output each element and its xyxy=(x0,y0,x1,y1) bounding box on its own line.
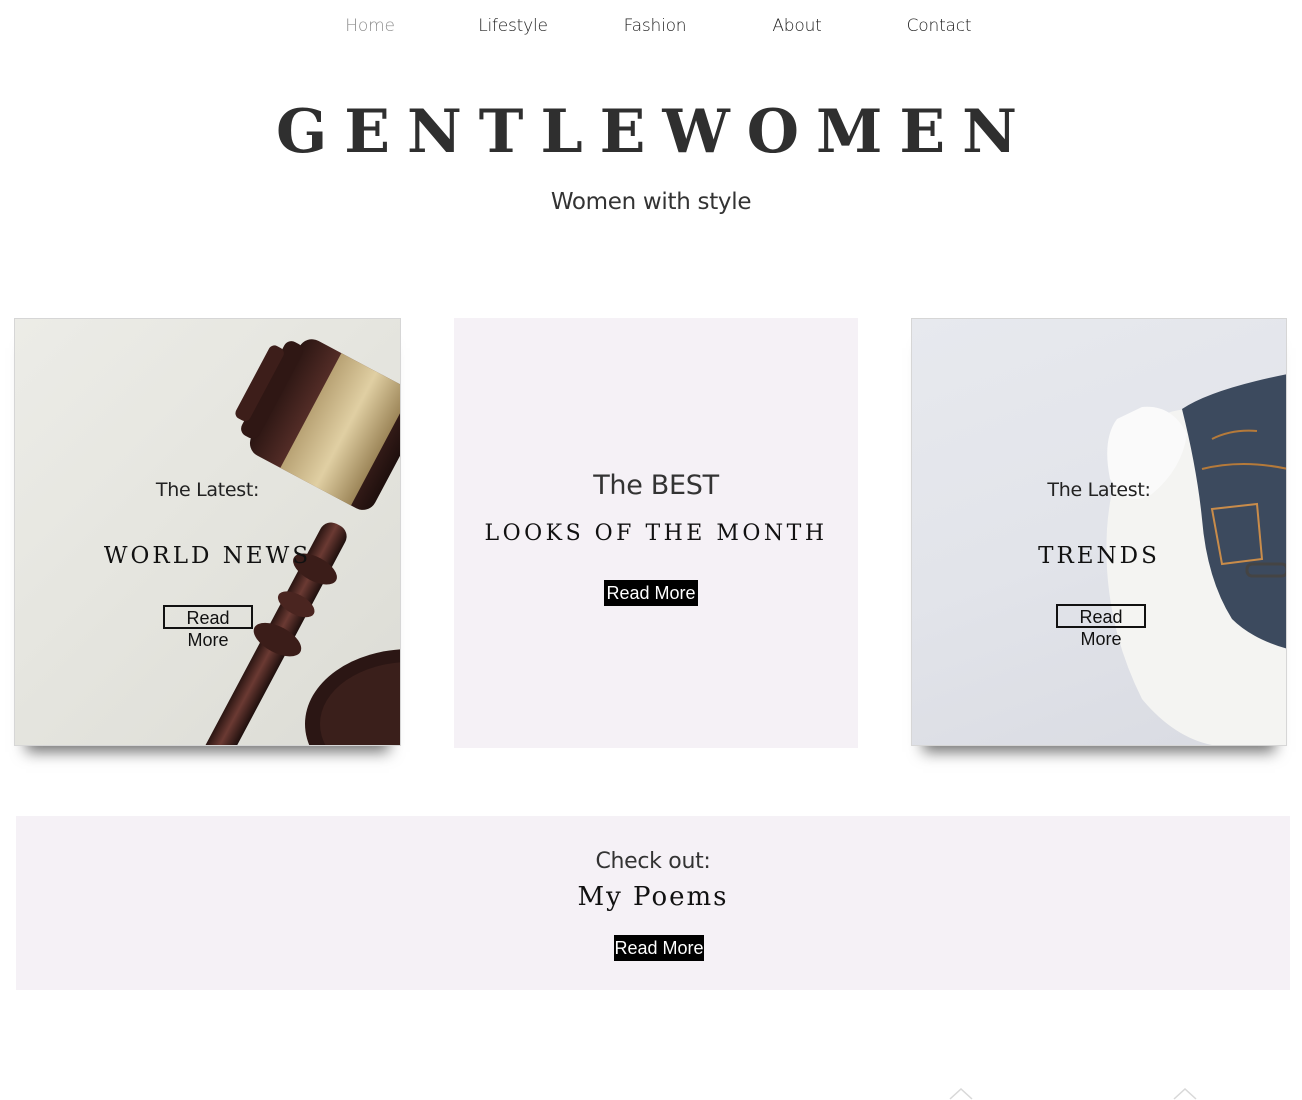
nav-lifestyle[interactable]: Lifestyle xyxy=(442,16,584,36)
read-more-poems-button[interactable]: Read More xyxy=(614,935,704,961)
card-kicker: The Latest: xyxy=(155,479,260,501)
poems-banner: Check out: My Poems Read More xyxy=(16,816,1290,990)
poems-title: My Poems xyxy=(577,882,729,912)
card-trends: The Latest: TRENDS Read More xyxy=(911,318,1287,746)
nav-about[interactable]: About xyxy=(726,16,868,36)
poems-kicker: Check out: xyxy=(595,849,711,874)
nav-contact[interactable]: Contact xyxy=(868,16,1010,36)
read-more-world-news-button[interactable]: Read More xyxy=(163,605,253,650)
site-tagline: Women with style xyxy=(550,189,752,215)
jeans-sweater-photo xyxy=(1106,374,1286,745)
card-kicker: The Latest: xyxy=(1047,479,1151,501)
read-more-trends-button[interactable]: Read More xyxy=(1056,604,1146,649)
nav-home[interactable]: Home xyxy=(299,16,441,36)
chevron-up-icon xyxy=(1173,1087,1197,1100)
card-kicker: The BEST xyxy=(593,470,719,501)
nav-fashion[interactable]: Fashion xyxy=(584,16,726,36)
read-more-looks-button[interactable]: Read More xyxy=(604,580,698,606)
card-headline: WORLD NEWS xyxy=(103,543,312,569)
gavel-photo xyxy=(189,339,400,745)
card-headline: LOOKS OF THE MONTH xyxy=(484,521,828,546)
card-world-news: The Latest: WORLD NEWS Read More xyxy=(14,318,401,746)
chevron-up-icon xyxy=(949,1087,973,1100)
site-title: GENTLEWOMEN xyxy=(275,97,1035,167)
card-headline: TRENDS xyxy=(1038,543,1160,569)
main-nav: Home Lifestyle Fashion About Contact xyxy=(0,0,1302,56)
card-looks-of-month: The BEST LOOKS OF THE MONTH Read More xyxy=(454,318,858,748)
